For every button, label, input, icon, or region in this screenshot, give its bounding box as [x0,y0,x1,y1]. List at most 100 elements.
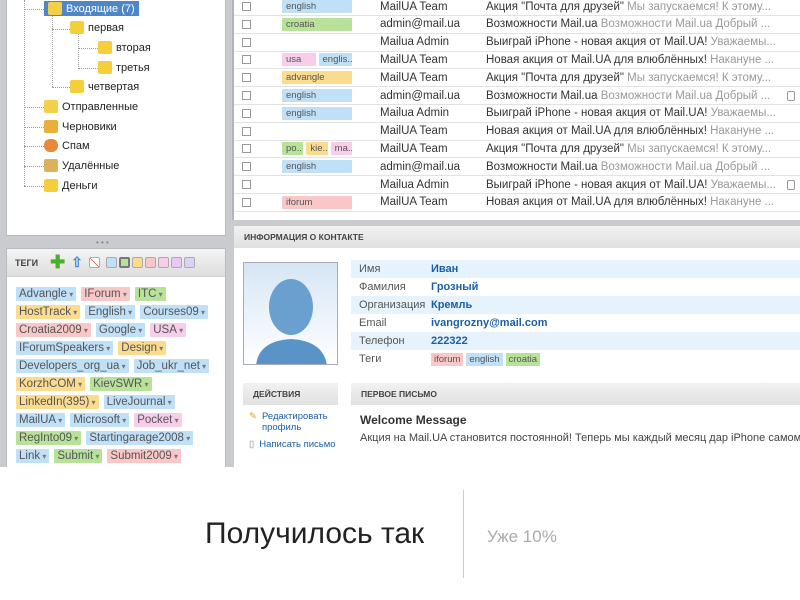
tag-chip[interactable]: KorzhCOM [16,377,86,391]
folder-deleted[interactable]: Удалённые [44,159,119,172]
splitter-handle[interactable]: • • • [96,238,109,247]
mail-tag[interactable]: english [282,160,352,174]
first-letter-subject[interactable]: Welcome Message [360,413,800,427]
mail-row[interactable]: english MailUA Team Акция "Почта для друзе… [234,0,800,16]
folder-icon [98,41,112,54]
tag-chip[interactable]: LiveJournal [103,395,175,409]
select-checkbox[interactable] [242,108,251,118]
mail-row[interactable]: usa englis.. MailUA Team Новая акция от Mai… [234,51,800,70]
select-checkbox[interactable] [242,197,251,207]
color-swatch[interactable] [157,257,169,268]
select-checkbox[interactable] [242,73,251,83]
tag-chip[interactable]: MailUA [16,413,66,427]
mail-row[interactable]: croatia admin@mail.ua Возможности Mail.ua … [234,16,800,34]
attachment-icon [787,90,795,101]
folder-tretya[interactable]: третья [98,61,150,74]
folder-chetvertaya[interactable]: четвертая [70,80,139,93]
color-swatch[interactable] [183,257,195,268]
folder-sent[interactable]: Отправленные [44,100,138,113]
mail-row[interactable]: advangle MailUA Team Акция "Почта для друз… [234,69,800,88]
select-checkbox[interactable] [242,55,251,65]
tag-chip[interactable]: HostTrack [16,305,81,319]
contact-tag[interactable]: english [466,353,503,366]
select-checkbox[interactable] [242,37,251,47]
mail-sender: Mailua Admin [380,107,450,120]
tag-chip[interactable]: Advangle [16,287,77,301]
mail-row[interactable]: iforum MailUA Team Новая акция от Mail.UA … [234,194,800,212]
add-tag-icon[interactable]: ✚ [50,252,65,273]
folder-pervaya[interactable]: первая [70,21,124,34]
tag-chip[interactable]: IForum [81,287,130,301]
select-checkbox[interactable] [242,19,251,29]
mail-tag[interactable]: english [282,106,352,120]
mail-row[interactable]: Mailua Admin Выиграй iPhone - новая акция… [234,34,800,52]
select-checkbox[interactable] [242,126,251,136]
contact-tag[interactable]: croatia [505,353,541,366]
folder-money[interactable]: Деньги [44,179,98,192]
mail-row[interactable]: english Mailua Admin Выиграй iPhone - нова… [234,105,800,123]
tag-chip[interactable]: Google [95,323,146,337]
mail-tag[interactable]: advangle [282,71,352,85]
tag-chip[interactable]: Developers_org_ua [16,359,129,373]
select-checkbox[interactable] [242,162,251,172]
tag-chip[interactable]: Pocket [134,413,182,427]
mail-row[interactable]: english admin@mail.ua Возможности Mail.ua … [234,158,800,177]
color-swatch[interactable] [131,257,143,268]
color-swatch[interactable] [144,257,156,268]
mail-tag[interactable]: usa [282,53,316,67]
tag-chip[interactable]: Submit [54,449,103,463]
mail-row[interactable]: MailUA Team Новая акция от Mail.UA для вл… [234,123,800,141]
mail-tag[interactable]: iforum [282,195,352,209]
mail-tags: croatia [282,17,352,31]
tag-chip[interactable]: English [85,305,136,319]
tag-chip[interactable]: Croatia2009 [16,323,91,337]
mail-tag[interactable]: english [282,89,352,102]
mail-tag[interactable]: croatia [282,17,352,31]
mail-subject-text: Возможности Mail.ua [486,18,598,31]
mail-tag[interactable]: kie.. [306,142,328,156]
tag-chip[interactable]: Microsoft [70,413,130,427]
mail-row[interactable]: english admin@mail.ua Возможности Mail.ua … [234,87,800,105]
color-swatch[interactable] [118,257,130,268]
field-value[interactable]: Грозный [431,281,478,293]
no-color-icon[interactable] [88,257,100,268]
select-checkbox[interactable] [242,180,251,189]
sort-icon[interactable]: ⇧ [71,254,83,271]
mail-tag[interactable]: ma.. [330,142,352,156]
select-checkbox[interactable] [242,144,251,154]
mail-row[interactable]: Mailua Admin Выиграй iPhone - новая акция… [234,176,800,194]
tag-chip[interactable]: LinkedIn(395) [16,395,99,409]
edit-profile-link[interactable]: ✎ Редактировать профиль [249,411,338,433]
mail-row[interactable]: po.. kie.. ma.. MailUA Team Акция "Почта для… [234,140,800,159]
tag-chip[interactable]: KievSWR [90,377,152,391]
color-swatch[interactable] [170,257,182,268]
color-swatch[interactable] [105,257,117,268]
field-value[interactable]: 222322 [431,335,468,347]
tag-chip[interactable]: RegInto09 [16,431,82,445]
field-value[interactable]: ivangrozny@mail.com [431,317,547,329]
field-value[interactable]: Иван [431,263,458,275]
select-checkbox[interactable] [242,2,251,11]
contact-tag[interactable]: iforum [431,353,464,366]
tag-chip[interactable]: Link [16,449,50,463]
mail-tag[interactable]: po.. [282,142,304,156]
folder-drafts[interactable]: Черновики [44,120,117,133]
tag-chip[interactable]: IForumSpeakers [16,341,114,355]
tag-chip[interactable]: ITC [134,287,166,301]
folder-vtoraya[interactable]: вторая [98,41,151,54]
tag-chip[interactable]: USA [150,323,187,337]
mail-tag[interactable]: englis.. [318,53,352,67]
tag-chip[interactable]: Design [118,341,167,355]
mail-subject: Выиграй iPhone - новая акция от Mail.UA!… [486,107,776,119]
tag-chip[interactable]: Submit2009 [107,449,182,463]
mail-list: english MailUA Team Акция "Почта для друзе… [232,0,800,220]
tag-chip[interactable]: Startingarage2008 [86,431,194,445]
folder-inbox[interactable]: Входящие (7) [44,1,139,16]
select-checkbox[interactable] [242,91,251,100]
mail-tag[interactable]: english [282,0,352,13]
write-letter-link[interactable]: ▯ Написать письмо [249,439,338,450]
folder-spam[interactable]: Спам [44,139,90,152]
field-value[interactable]: Кремль [431,299,472,311]
tag-chip[interactable]: Courses09 [140,305,209,319]
tag-chip[interactable]: Job_ukr_net [133,359,210,373]
